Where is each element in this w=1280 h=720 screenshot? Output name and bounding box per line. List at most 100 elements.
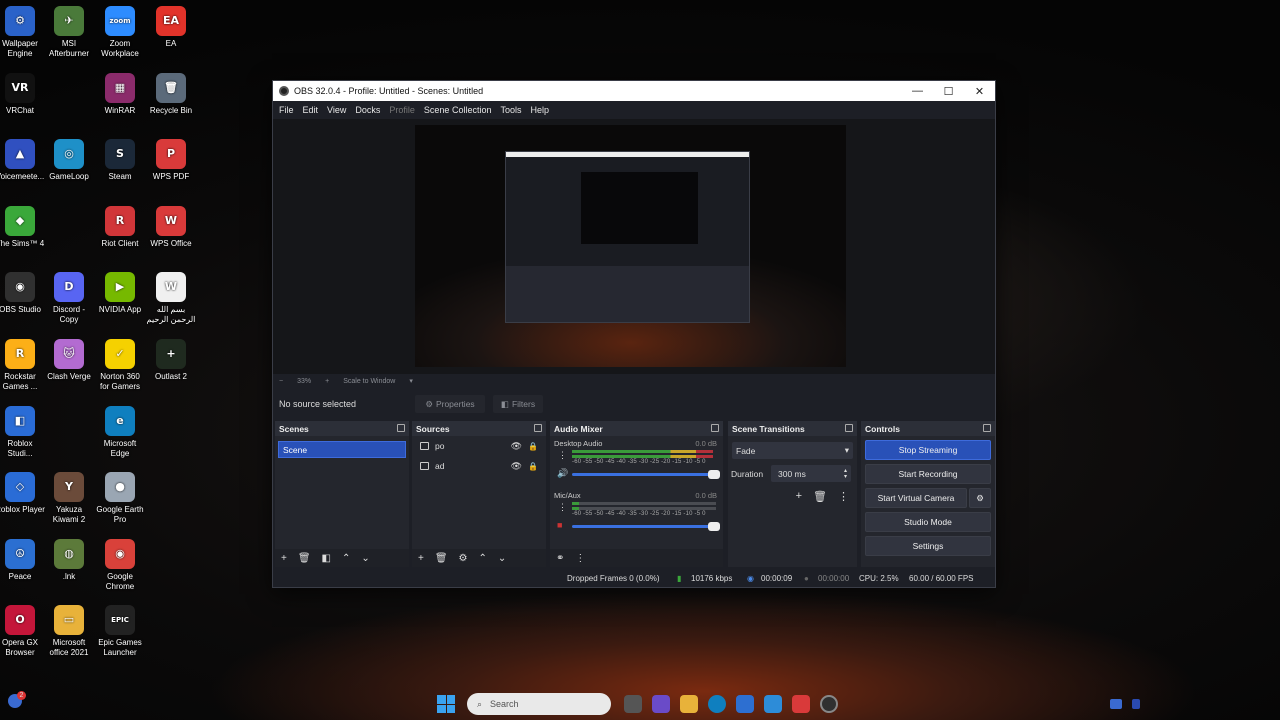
start-virtual-camera-button[interactable]: Start Virtual Camera — [865, 488, 967, 508]
settings-button[interactable]: Settings — [865, 536, 991, 556]
add-icon[interactable]: + — [418, 553, 424, 564]
scale-to-window[interactable]: Scale to Window — [343, 378, 395, 385]
minimize-button[interactable]: — — [902, 85, 933, 98]
close-button[interactable]: ✕ — [964, 85, 995, 98]
desktop-icon[interactable]: ☮ Peace — [0, 538, 45, 582]
menu-file[interactable]: File — [279, 105, 294, 115]
virtual-camera-settings-icon[interactable]: ⚙ — [969, 488, 991, 508]
desktop-icon[interactable]: R Rockstar Games ... — [0, 339, 45, 392]
menu-edit[interactable]: Edit — [303, 105, 319, 115]
windows-start-icon[interactable] — [437, 695, 455, 713]
notification-icon[interactable]: 2 — [8, 691, 26, 708]
tray-icon[interactable] — [1132, 699, 1140, 709]
slider-knob[interactable] — [708, 470, 720, 479]
desktop-icon[interactable]: ✈ MSI Afterburner — [44, 6, 94, 59]
speaker-icon[interactable]: 🔊 — [557, 468, 568, 479]
tray-icon[interactable] — [1110, 699, 1122, 709]
source-item[interactable]: po 👁 🔒 — [412, 436, 546, 456]
desktop-icon[interactable]: ◇ Roblox Player — [0, 472, 45, 515]
transition-select[interactable]: Fade ▾ — [732, 442, 853, 459]
desktop-icon[interactable]: ◍ .lnk — [44, 538, 94, 582]
edge-icon[interactable] — [708, 695, 726, 713]
properties-button[interactable]: ⚙ Properties — [415, 395, 485, 413]
lock-icon[interactable]: 🔒 — [528, 462, 538, 471]
store-icon[interactable] — [736, 695, 754, 713]
desktop-icon[interactable]: e Microsoft Edge — [95, 405, 145, 459]
trash-icon[interactable]: 🗑 — [298, 553, 311, 564]
slider-knob[interactable] — [708, 522, 720, 531]
desktop-icon[interactable]: ⚙ Wallpaper Engine — [0, 6, 45, 59]
start-recording-button[interactable]: Start Recording — [865, 464, 991, 484]
desktop-icon[interactable]: ◉ OBS Studio — [0, 272, 45, 315]
popout-icon[interactable] — [397, 424, 405, 432]
wps-office-icon[interactable] — [792, 695, 810, 713]
chevron-up-icon[interactable]: ⌃ — [342, 553, 350, 564]
desktop-icon[interactable]: W بسم الله الرحمن الرحيم — [146, 272, 196, 325]
mic-muted-icon[interactable]: ■ — [557, 520, 562, 530]
desktop-icon[interactable]: ▲ Voicemeete... — [0, 139, 45, 182]
desktop-icon[interactable]: ◧ Roblox Studi... — [0, 405, 45, 459]
mail-icon[interactable] — [764, 695, 782, 713]
menu-tools[interactable]: Tools — [500, 105, 521, 115]
filter-icon[interactable]: ◧ — [322, 553, 331, 564]
task-view-icon[interactable] — [624, 695, 642, 713]
desktop-icon[interactable]: ▭ Microsoft office 2021 — [44, 605, 94, 658]
desktop-icon[interactable]: P WPS PDF — [146, 139, 196, 182]
desktop-icon[interactable]: ◆ The Sims™ 4 — [0, 205, 45, 249]
file-explorer-icon[interactable] — [680, 695, 698, 713]
desktop-icon[interactable]: EPIC Epic Games Launcher — [95, 605, 145, 658]
desktop-icon[interactable]: VR VRChat — [0, 72, 45, 116]
chevron-down-icon[interactable]: ⌄ — [361, 553, 369, 564]
popout-icon[interactable] — [711, 424, 719, 432]
desktop-icon[interactable]: zoom Zoom Workplace — [95, 6, 145, 59]
desktop-icon[interactable]: D Discord - Copy — [44, 272, 94, 325]
desktop-icon[interactable]: W WPS Office — [146, 205, 196, 249]
menu-dots-icon[interactable]: ⋮ — [558, 502, 567, 513]
desktop-icon[interactable]: ◎ GameLoop — [44, 139, 94, 182]
spinner-icon[interactable]: ▴ ▾ — [844, 468, 847, 480]
obs-taskbar-icon[interactable] — [820, 695, 838, 713]
duration-input[interactable]: 300 ms ▴ ▾ — [771, 465, 851, 482]
desktop-icon[interactable]: EA EA — [146, 6, 196, 49]
eye-icon[interactable]: 👁 — [511, 441, 522, 452]
desktop-icon[interactable]: Y Yakuza Kiwami 2 — [44, 472, 94, 525]
chevron-up-icon[interactable]: ⌃ — [479, 553, 487, 564]
title-bar[interactable]: OBS 32.0.4 - Profile: Untitled - Scenes:… — [273, 81, 995, 101]
desktop-icon[interactable]: R Riot Client — [95, 205, 145, 249]
stop-streaming-button[interactable]: Stop Streaming — [865, 440, 991, 460]
desktop-icon[interactable]: ◉ Google Chrome — [95, 538, 145, 592]
volume-slider[interactable] — [572, 470, 720, 479]
desktop-icon[interactable]: O Opera GX Browser — [0, 605, 45, 658]
lock-icon[interactable]: 🔒 — [528, 442, 538, 451]
menu-scene-collection[interactable]: Scene Collection — [424, 105, 492, 115]
menu-docks[interactable]: Docks — [355, 105, 380, 115]
menu-profile[interactable]: Profile — [389, 105, 415, 115]
widgets-icon[interactable] — [652, 695, 670, 713]
taskbar-search[interactable]: ⌕ Search — [467, 693, 611, 715]
chevron-down-icon[interactable]: ⌄ — [498, 553, 506, 564]
menu-help[interactable]: Help — [530, 105, 549, 115]
menu-view[interactable]: View — [327, 105, 346, 115]
desktop-icon[interactable]: S Steam — [95, 139, 145, 182]
trash-icon[interactable]: 🗑 — [813, 490, 827, 503]
zoom-out-button[interactable]: − — [279, 378, 283, 385]
menu-dots-icon[interactable]: ⋮ — [558, 450, 567, 461]
studio-mode-button[interactable]: Studio Mode — [865, 512, 991, 532]
desktop-icon[interactable]: ● Google Earth Pro — [95, 472, 145, 525]
link-icon[interactable]: ⚭ — [556, 553, 564, 564]
popout-icon[interactable] — [983, 424, 991, 432]
scene-item[interactable]: Scene — [278, 441, 406, 458]
volume-slider[interactable] — [572, 522, 720, 531]
gear-icon[interactable]: ⚙ — [459, 553, 468, 564]
add-icon[interactable]: + — [796, 490, 802, 503]
obs-window[interactable]: OBS 32.0.4 - Profile: Untitled - Scenes:… — [272, 80, 996, 588]
menu-dots-icon[interactable]: ⋮ — [575, 553, 585, 564]
preview-area[interactable] — [273, 119, 995, 374]
desktop-icon[interactable]: ▶ NVIDIA App — [95, 272, 145, 315]
trash-icon[interactable]: 🗑 — [435, 553, 448, 564]
popout-icon[interactable] — [534, 424, 542, 432]
source-item[interactable]: ad 👁 🔒 — [412, 456, 546, 476]
desktop-icon[interactable]: ✓ Norton 360 for Gamers — [95, 339, 145, 392]
menu-dots-icon[interactable]: ⋮ — [838, 490, 849, 503]
filters-button[interactable]: ◧ Filters — [493, 395, 543, 413]
